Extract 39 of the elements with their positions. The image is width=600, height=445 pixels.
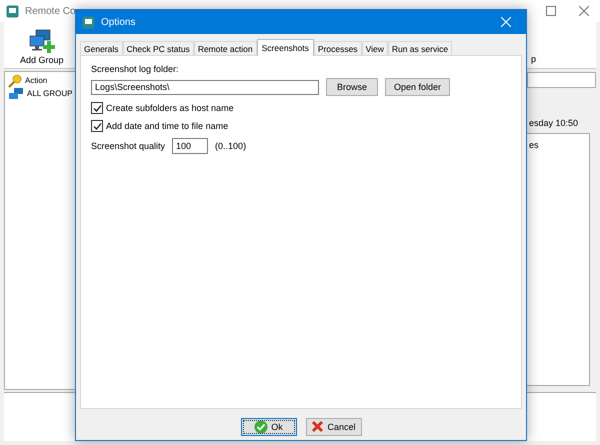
tab[interactable]: View bbox=[362, 41, 388, 55]
input-field[interactable] bbox=[527, 72, 596, 88]
maximize-icon bbox=[546, 6, 556, 16]
cancel-button[interactable]: Cancel bbox=[306, 418, 362, 436]
close-icon bbox=[501, 17, 511, 27]
range-hint: (0..100) bbox=[215, 141, 246, 151]
quality-field[interactable]: 100 bbox=[172, 138, 208, 154]
key-icon bbox=[8, 74, 22, 88]
tab[interactable]: Processes bbox=[314, 41, 362, 55]
dialog-title: Options bbox=[101, 16, 136, 28]
tab[interactable]: Generals bbox=[80, 41, 122, 55]
tab[interactable]: Remote action bbox=[194, 41, 257, 55]
field-label: Screenshot quality bbox=[91, 141, 166, 151]
tab[interactable]: Check PC status bbox=[122, 41, 194, 55]
tab[interactable]: Screenshots bbox=[256, 39, 314, 56]
checkbox[interactable] bbox=[91, 120, 103, 132]
ok-button[interactable]: Ok bbox=[240, 418, 296, 436]
cross-icon bbox=[311, 420, 324, 433]
add-group-button[interactable]: Add Group bbox=[18, 25, 66, 68]
tab[interactable]: Run as service bbox=[388, 41, 452, 55]
toolbar-label: p bbox=[530, 54, 536, 64]
tree-item[interactable]: Action bbox=[25, 76, 48, 85]
tree-item[interactable]: ALL GROUP bbox=[27, 89, 72, 98]
monitors-add-icon bbox=[28, 29, 56, 53]
folder-field[interactable]: Logs\Screenshots\ bbox=[91, 80, 319, 94]
folder-button[interactable]: Browse bbox=[326, 78, 378, 96]
network-icon bbox=[8, 86, 24, 100]
close-icon bbox=[578, 6, 588, 16]
checkbox-label: Add date and time to file name bbox=[106, 121, 228, 131]
folder-button[interactable]: Open folder bbox=[385, 78, 450, 96]
field-label: Screenshot log folder: bbox=[91, 64, 180, 74]
app-icon bbox=[6, 4, 19, 18]
window-title: Remote Co bbox=[25, 6, 76, 16]
date-label: esday 10:50 bbox=[528, 118, 580, 128]
check-icon bbox=[254, 420, 268, 434]
column-header: es bbox=[529, 140, 539, 150]
app-icon bbox=[82, 16, 95, 28]
checkbox-label: Create subfolders as host name bbox=[106, 103, 234, 113]
checkbox[interactable] bbox=[91, 102, 103, 114]
